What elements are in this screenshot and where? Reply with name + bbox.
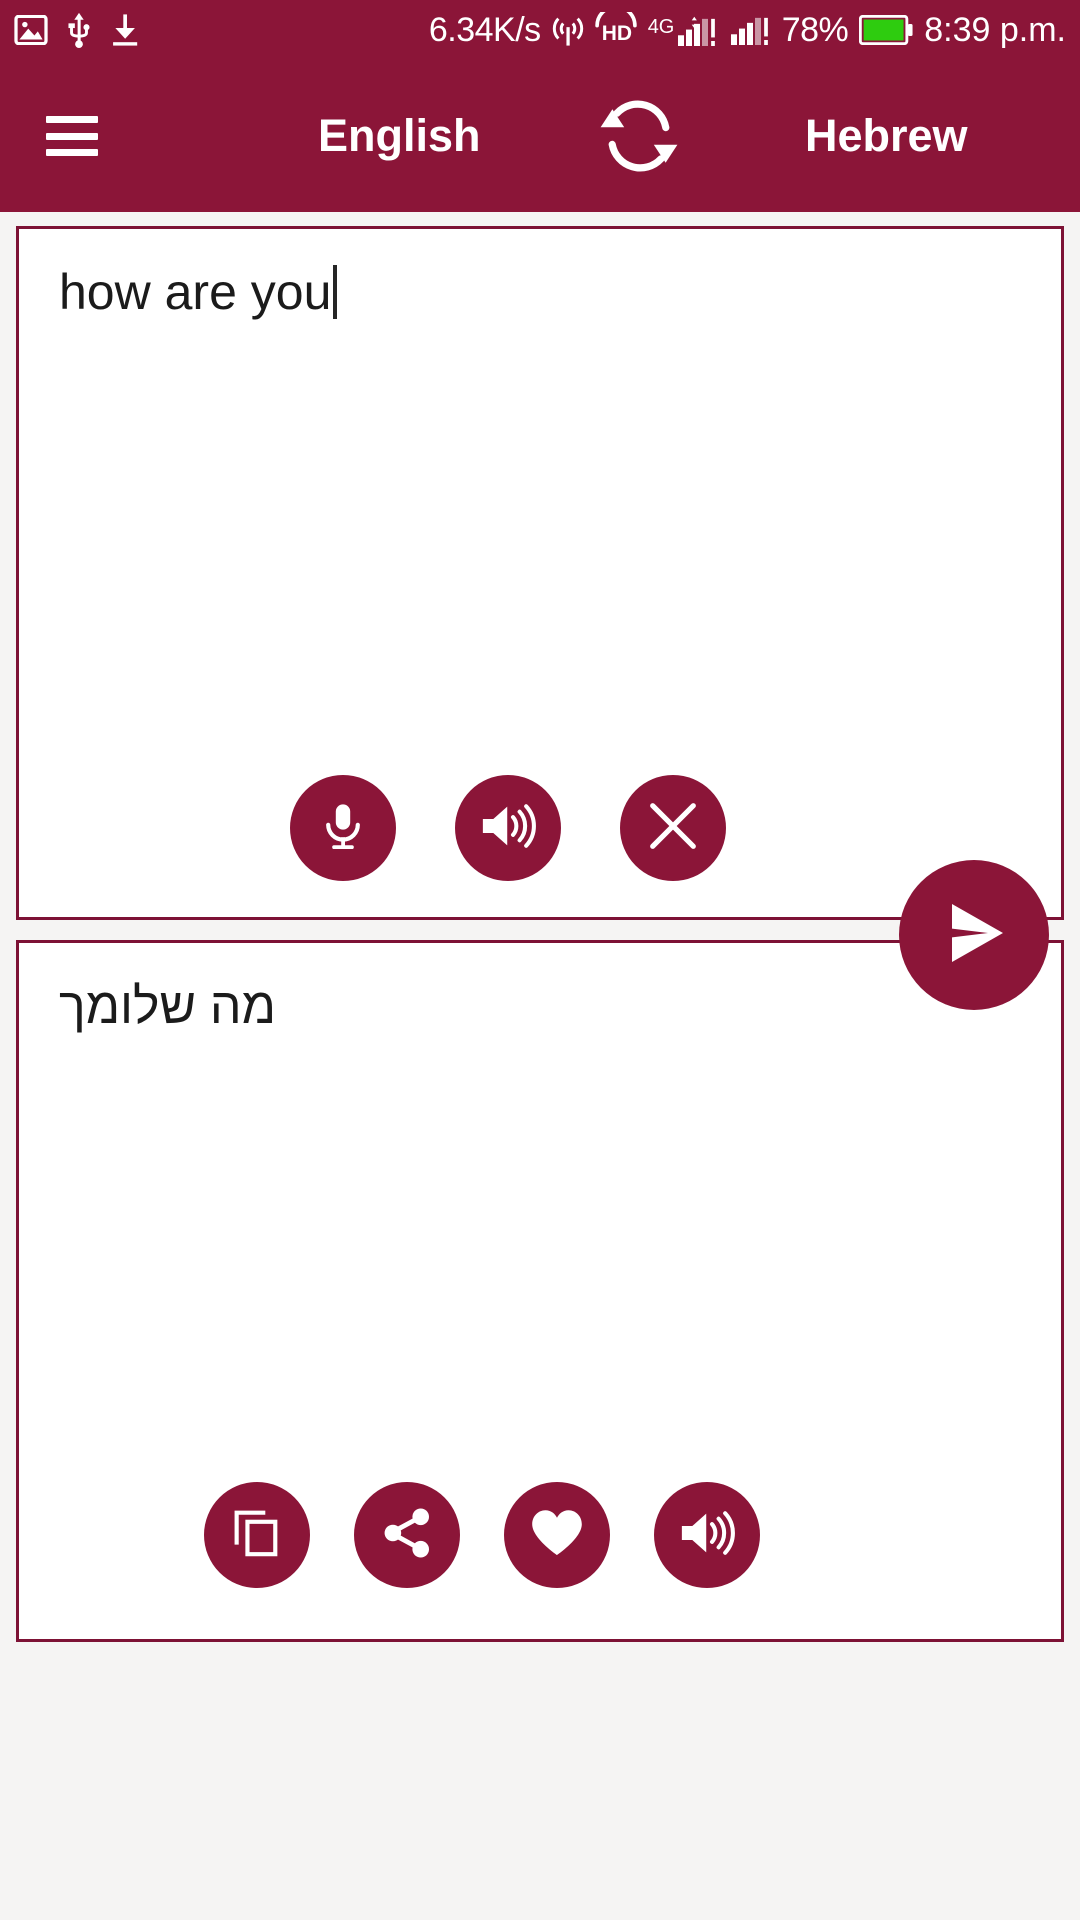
target-action-bar [204,1482,760,1588]
source-text-string: how are you [59,264,332,320]
battery-percent-label: 78% [781,10,849,49]
microphone-icon [315,798,371,859]
clock-label: 8:39 p.m. [924,10,1066,49]
battery-icon [859,15,913,45]
text-caret [333,265,338,319]
hamburger-bar [46,149,98,156]
speak-source-button[interactable] [455,775,561,881]
hamburger-bar [46,116,98,123]
network-speed-label: 6.34K/s [428,10,541,49]
app-bar: English Hebrew [0,60,1080,212]
clear-text-button[interactable] [620,775,726,881]
translator-app-screen: 6.34K/s HD 4G 78% 8:39 p.m. English Hebr… [0,0,1080,1920]
translate-send-button[interactable] [899,860,1049,1010]
speak-target-button[interactable] [654,1482,760,1588]
heart-icon [529,1507,585,1564]
source-action-bar [290,775,726,881]
status-bar-right-cluster: 6.34K/s HD 4G 78% 8:39 p.m. [429,11,1066,50]
copy-button[interactable] [204,1482,310,1588]
copy-icon [230,1506,284,1565]
image-icon [14,15,48,45]
status-bar: 6.34K/s HD 4G 78% 8:39 p.m. [0,0,1080,60]
network-type-label: 4G [647,16,675,38]
send-paper-plane-icon [930,889,1018,982]
favorite-button[interactable] [504,1482,610,1588]
speaker-icon [479,800,537,857]
share-icon [380,1506,434,1565]
signal-4g-icon: 4G [648,12,720,48]
close-x-icon [644,797,702,860]
status-bar-left-icons [14,12,140,48]
microphone-button[interactable] [290,775,396,881]
usb-icon [66,12,92,48]
source-text-value[interactable]: how are you [59,264,338,320]
speaker-icon [678,1507,736,1564]
share-button[interactable] [354,1482,460,1588]
hd-call-icon: HD [594,12,637,47]
signal-2-icon [730,15,771,45]
hamburger-bar [46,132,98,140]
target-text-value: מה שלומך [59,978,276,1034]
swap-languages-icon[interactable] [593,90,685,182]
hamburger-menu-icon[interactable] [46,116,98,156]
hotspot-icon [552,13,584,47]
download-icon [110,13,140,47]
target-language-selector[interactable]: Hebrew [805,110,968,162]
hd-label: HD [601,22,633,45]
source-language-selector[interactable]: English [318,110,481,162]
